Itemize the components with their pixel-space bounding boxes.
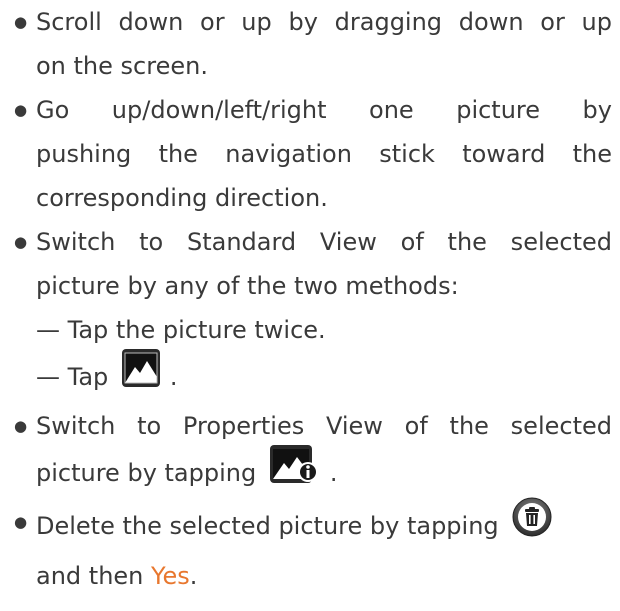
list-item-navigate: ● Go up/down/left/right one picture by p… bbox=[14, 88, 612, 220]
bullet-dot: ● bbox=[14, 13, 28, 31]
bullet-text: Delete the selected picture by tapping bbox=[36, 512, 499, 540]
instruction-page: ● Scroll down or up by dragging down or … bbox=[0, 0, 620, 611]
sub-step-tap-twice: — Tap the picture twice. bbox=[36, 316, 326, 344]
bullet-text: picture by tapping bbox=[36, 459, 257, 487]
sub-step-text: — Tap bbox=[36, 363, 109, 391]
list-item-standard-view: ● Switch to Standard View of the selecte… bbox=[14, 220, 612, 404]
bullet-text-line: Switch to Standard View of the selected bbox=[36, 228, 612, 256]
bullet-dot: ● bbox=[14, 513, 28, 531]
trash-icon[interactable] bbox=[512, 497, 552, 551]
sub-step-tap-icon: — Tap . bbox=[36, 349, 612, 404]
picture-icon[interactable] bbox=[121, 349, 160, 401]
bullet-period: . bbox=[329, 459, 338, 487]
bullet-text-line-with-icon: Delete the selected picture by tapping bbox=[36, 497, 612, 554]
yes-option-label: Yes bbox=[151, 562, 190, 590]
bullet-dot: ● bbox=[14, 101, 28, 119]
list-item-scroll: ● Scroll down or up by dragging down or … bbox=[14, 0, 612, 88]
bullet-text-line: Scroll down or up by dragging down or up bbox=[36, 8, 612, 36]
bullet-text-line: corresponding direction. bbox=[36, 184, 328, 212]
bullet-dot: ● bbox=[14, 417, 28, 435]
list-item-properties-view: ● Switch to Properties View of the selec… bbox=[14, 404, 612, 500]
instruction-list: ● Scroll down or up by dragging down or … bbox=[14, 0, 612, 598]
bullet-dot: ● bbox=[14, 233, 28, 251]
bullet-text-line: picture by any of the two methods: bbox=[36, 272, 459, 300]
bullet-period: . bbox=[189, 562, 198, 590]
bullet-text-line-with-icon: picture by tapping . bbox=[36, 445, 612, 500]
picture-info-icon[interactable] bbox=[269, 445, 320, 497]
bullet-text-line: Switch to Properties View of the selecte… bbox=[36, 412, 612, 440]
bullet-text-line: on the screen. bbox=[36, 52, 208, 80]
bullet-text: and then bbox=[36, 562, 144, 590]
sub-step-period: . bbox=[169, 363, 178, 391]
bullet-text-line: pushing the navigation stick toward the bbox=[36, 140, 612, 168]
list-item-delete: ● Delete the selected picture by tapping bbox=[14, 497, 612, 598]
bullet-text-line: and then Yes. bbox=[36, 554, 612, 598]
bullet-text-line: Go up/down/left/right one picture by bbox=[36, 96, 612, 124]
